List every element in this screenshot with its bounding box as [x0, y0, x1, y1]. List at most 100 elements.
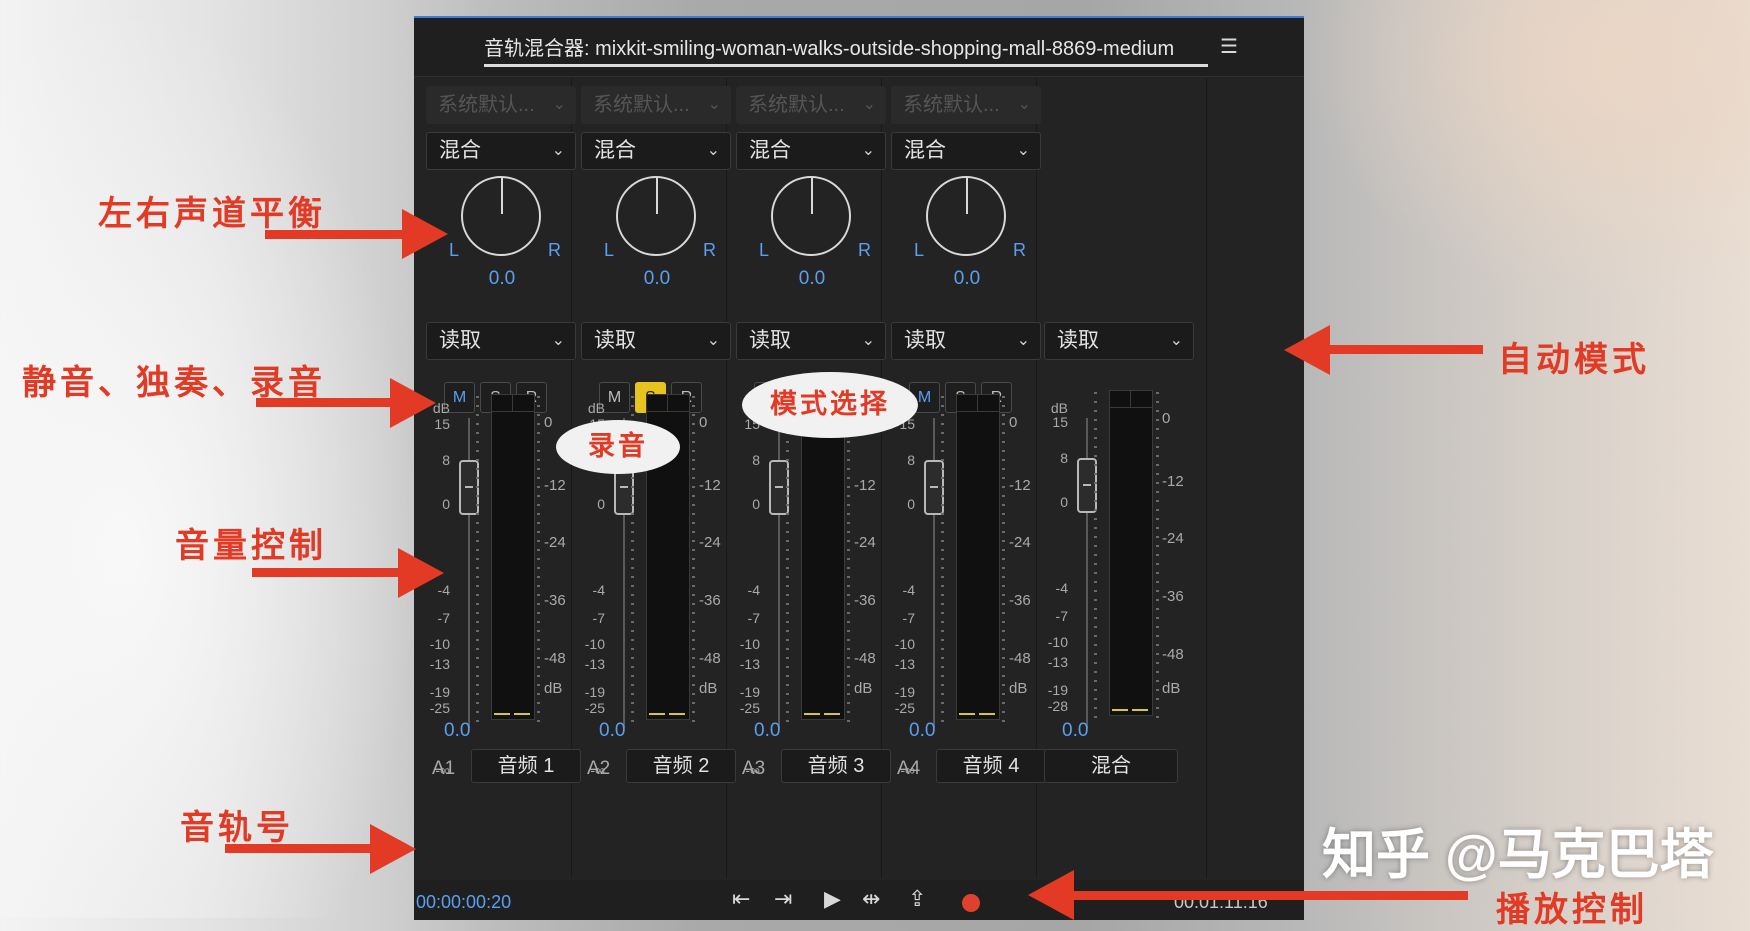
- meter-ticks-left: [1094, 392, 1097, 722]
- fader-tick-label: -4: [592, 582, 605, 598]
- automation-mode-dropdown[interactable]: 读取 ⌄: [426, 322, 576, 360]
- fader-tick-label: -25: [739, 700, 760, 716]
- transport-bar: 00:00:00:20 ⇤ ⇥ ▶ ⇹ ⇪ 00:01:11:16: [414, 880, 1304, 920]
- loop-icon[interactable]: ⇪: [908, 886, 926, 912]
- master-automation-dropdown[interactable]: 读取 ⌄: [1044, 322, 1194, 360]
- volume-value[interactable]: 0.0: [444, 720, 470, 742]
- annotation-arrow-msr: [256, 398, 396, 407]
- annotation-volume: 音量控制: [175, 526, 327, 566]
- meter-tick-label: -12: [544, 477, 566, 494]
- pan-value[interactable]: 0.0: [726, 268, 898, 290]
- volume-value[interactable]: 0.0: [599, 720, 625, 742]
- track-id: A1: [432, 758, 456, 779]
- annotation-msr: 静音、独奏、录音: [22, 363, 326, 403]
- chevron-down-icon: ⌄: [706, 332, 720, 349]
- meter-peak-indicator: [647, 395, 689, 412]
- track-name[interactable]: 音频 3: [781, 749, 891, 783]
- input-device-dropdown[interactable]: 系统默认... ⌄: [426, 86, 576, 124]
- panel-title[interactable]: 音轨混合器: mixkit-smiling-woman-walks-outsid…: [484, 32, 1174, 61]
- fader-tick-label: -13: [1047, 654, 1068, 670]
- automation-mode-dropdown[interactable]: 读取 ⌄: [891, 322, 1041, 360]
- master-track-name[interactable]: 混合: [1044, 749, 1178, 783]
- pan-value[interactable]: 0.0: [571, 268, 743, 290]
- go-to-in-icon[interactable]: ⇤: [732, 886, 750, 912]
- pan-control: L R 0.0: [881, 176, 1053, 296]
- meter-tick-label: -12: [699, 477, 721, 494]
- pan-knob[interactable]: [616, 176, 696, 256]
- pan-control: L R 0.0: [571, 176, 743, 296]
- chevron-down-icon: ⌄: [552, 96, 566, 113]
- fader-tick-label: -19: [429, 684, 450, 700]
- fader-tick-label: -25: [894, 700, 915, 716]
- fader-scale: dB 1580-4-7-10-13-19-25-∞: [726, 400, 766, 778]
- meter-ticks-left: [941, 396, 944, 724]
- mix-mode-dropdown[interactable]: 混合 ⌄: [736, 132, 886, 170]
- mix-mode-label: 混合: [594, 139, 636, 162]
- fader-tick-label: -13: [584, 656, 605, 672]
- volume-value[interactable]: 0.0: [754, 720, 780, 742]
- chevron-down-icon: ⌄: [1017, 96, 1031, 113]
- chevron-down-icon: ⌄: [551, 332, 565, 349]
- track-name[interactable]: 音频 2: [626, 749, 736, 783]
- automation-mode-dropdown[interactable]: 读取 ⌄: [736, 322, 886, 360]
- meter-ticks-right: [537, 396, 540, 724]
- fader-tick-label: -7: [437, 610, 450, 626]
- meter-peak-indicator: [492, 395, 534, 412]
- meter-tick-label: 0: [544, 414, 553, 431]
- pan-left-label: L: [604, 240, 615, 260]
- fader-tick-label: -4: [747, 582, 760, 598]
- track-name[interactable]: 音频 1: [471, 749, 581, 783]
- meter-ticks-left: [476, 396, 479, 724]
- chevron-down-icon: ⌄: [1016, 332, 1030, 349]
- fader-tick-label: -13: [894, 656, 915, 672]
- track-id: A3: [742, 758, 766, 779]
- level-meter: [491, 394, 535, 720]
- meter-scale-unit: dB: [1162, 680, 1181, 697]
- fader-tick-label: -7: [902, 610, 915, 626]
- pan-control: L R 0.0: [726, 176, 898, 296]
- meter-tick-label: -36: [854, 592, 876, 609]
- mix-mode-dropdown[interactable]: 混合 ⌄: [426, 132, 576, 170]
- mix-mode-dropdown[interactable]: 混合 ⌄: [581, 132, 731, 170]
- meter-scale-unit: dB: [1009, 680, 1028, 697]
- pan-knob[interactable]: [926, 176, 1006, 256]
- record-icon[interactable]: [962, 894, 980, 912]
- meter-peak-indicator: [957, 395, 999, 412]
- input-device-dropdown[interactable]: 系统默认... ⌄: [891, 86, 1041, 124]
- current-timecode[interactable]: 00:00:00:20: [416, 892, 511, 913]
- mix-mode-dropdown[interactable]: 混合 ⌄: [891, 132, 1041, 170]
- pan-left-label: L: [759, 240, 770, 260]
- play-in-to-out-icon[interactable]: ⇹: [862, 886, 880, 912]
- hamburger-menu-icon[interactable]: ☰: [1220, 34, 1238, 59]
- input-device-dropdown[interactable]: 系统默认... ⌄: [581, 86, 731, 124]
- pan-left-label: L: [914, 240, 925, 260]
- pan-knob[interactable]: [771, 176, 851, 256]
- play-icon[interactable]: ▶: [824, 886, 841, 912]
- go-to-out-icon[interactable]: ⇥: [774, 886, 792, 912]
- fader-scale-unit: dB: [587, 400, 605, 416]
- automation-mode-dropdown[interactable]: 读取 ⌄: [581, 322, 731, 360]
- meter-tick-label: 0: [1162, 410, 1171, 427]
- arrow-head-icon: [390, 378, 436, 428]
- master-volume-value[interactable]: 0.0: [1062, 720, 1088, 742]
- input-device-dropdown[interactable]: 系统默认... ⌄: [736, 86, 886, 124]
- arrow-head-icon: [1028, 870, 1074, 920]
- fader-tick-label: 8: [442, 452, 450, 468]
- pan-value[interactable]: 0.0: [881, 268, 1053, 290]
- level-meter: [956, 394, 1000, 720]
- meter-scale-unit: dB: [544, 680, 563, 697]
- fader-tick-label: -10: [894, 636, 915, 652]
- volume-value[interactable]: 0.0: [909, 720, 935, 742]
- fader-tick-label: -25: [429, 700, 450, 716]
- meter-ticks-right: [1156, 392, 1159, 722]
- meter-tick-label: -48: [1162, 646, 1184, 663]
- chevron-down-icon: ⌄: [861, 142, 875, 159]
- meter-tick-label: -24: [1162, 530, 1184, 547]
- track-name[interactable]: 音频 4: [936, 749, 1046, 783]
- pan-knob[interactable]: [461, 176, 541, 256]
- pan-value[interactable]: 0.0: [416, 268, 588, 290]
- chevron-down-icon: ⌄: [862, 96, 876, 113]
- channel-strip: 系统默认...⌄ 混合⌄ L R 0.0 读取⌄ M S R dB 1580-4…: [571, 78, 736, 878]
- fader-tick-label: -19: [739, 684, 760, 700]
- automation-mode-label: 读取: [439, 329, 481, 352]
